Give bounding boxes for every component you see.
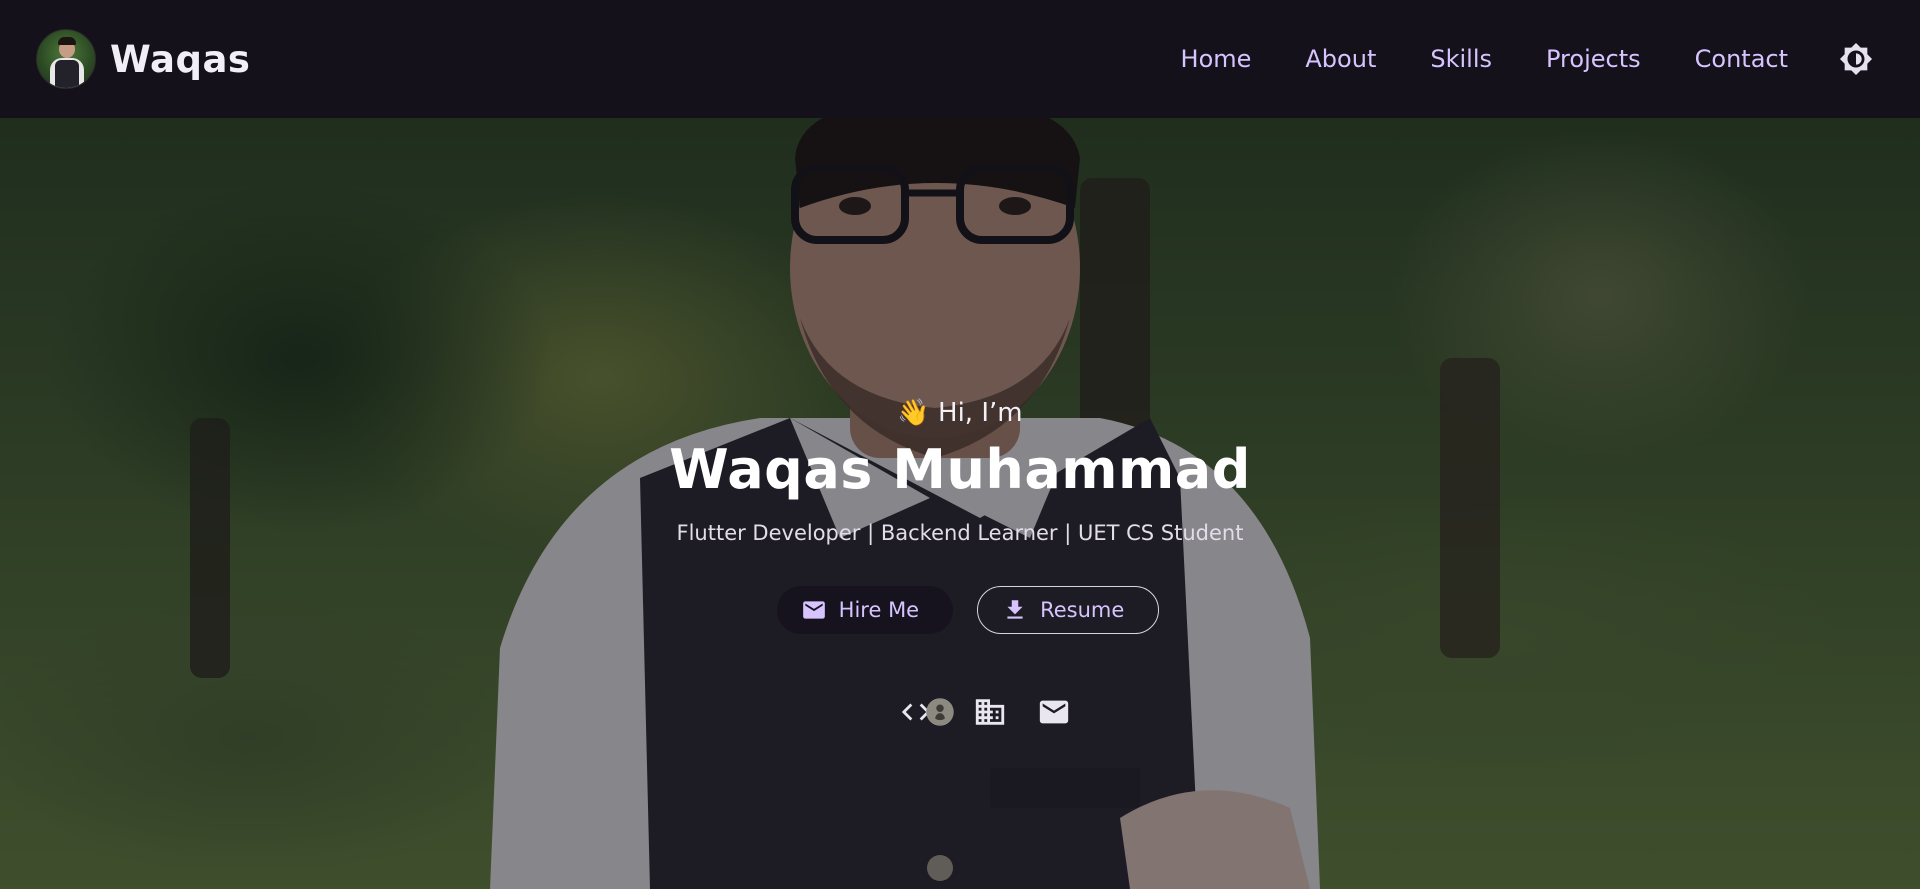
cta-row: Hire Me Resume [0, 586, 1920, 634]
mail-icon [1039, 700, 1069, 724]
resume-button[interactable]: Resume [977, 586, 1160, 634]
nav-link-skills[interactable]: Skills [1430, 45, 1492, 73]
mail-icon [802, 601, 825, 619]
hero-content: 👋 Hi, I’m Waqas Muhammad Flutter Develop… [0, 118, 1920, 889]
nav-link-projects[interactable]: Projects [1546, 45, 1641, 73]
nav-link-home[interactable]: Home [1181, 45, 1252, 73]
top-navbar: Waqas Home About Skills Projects Contact [0, 0, 1920, 118]
nav-link-contact[interactable]: Contact [1695, 45, 1788, 73]
brand[interactable]: Waqas [36, 29, 250, 89]
email-link[interactable] [1034, 692, 1074, 732]
organization-link[interactable] [970, 692, 1010, 732]
nav-link-about[interactable]: About [1305, 45, 1376, 73]
building-icon [975, 699, 1005, 725]
brand-name[interactable]: Waqas [110, 38, 250, 81]
brightness-icon [1839, 42, 1873, 76]
github-icon [926, 698, 954, 726]
avatar [36, 29, 96, 89]
nav-links: Home About Skills Projects Contact [1181, 45, 1788, 73]
github-link[interactable] [920, 692, 960, 732]
resume-label: Resume [1040, 598, 1125, 622]
hire-me-label: Hire Me [838, 598, 920, 622]
hero-greeting: 👋 Hi, I’m [897, 398, 1023, 428]
hero-tagline: Flutter Developer | Backend Learner | UE… [676, 521, 1244, 545]
hero-name: Waqas Muhammad [669, 438, 1251, 501]
download-icon [1007, 600, 1023, 619]
hero-section: 👋 Hi, I’m Waqas Muhammad Flutter Develop… [0, 118, 1920, 889]
theme-toggle-button[interactable] [1838, 41, 1874, 77]
hire-me-button[interactable]: Hire Me [776, 586, 954, 634]
social-links [0, 692, 1920, 732]
